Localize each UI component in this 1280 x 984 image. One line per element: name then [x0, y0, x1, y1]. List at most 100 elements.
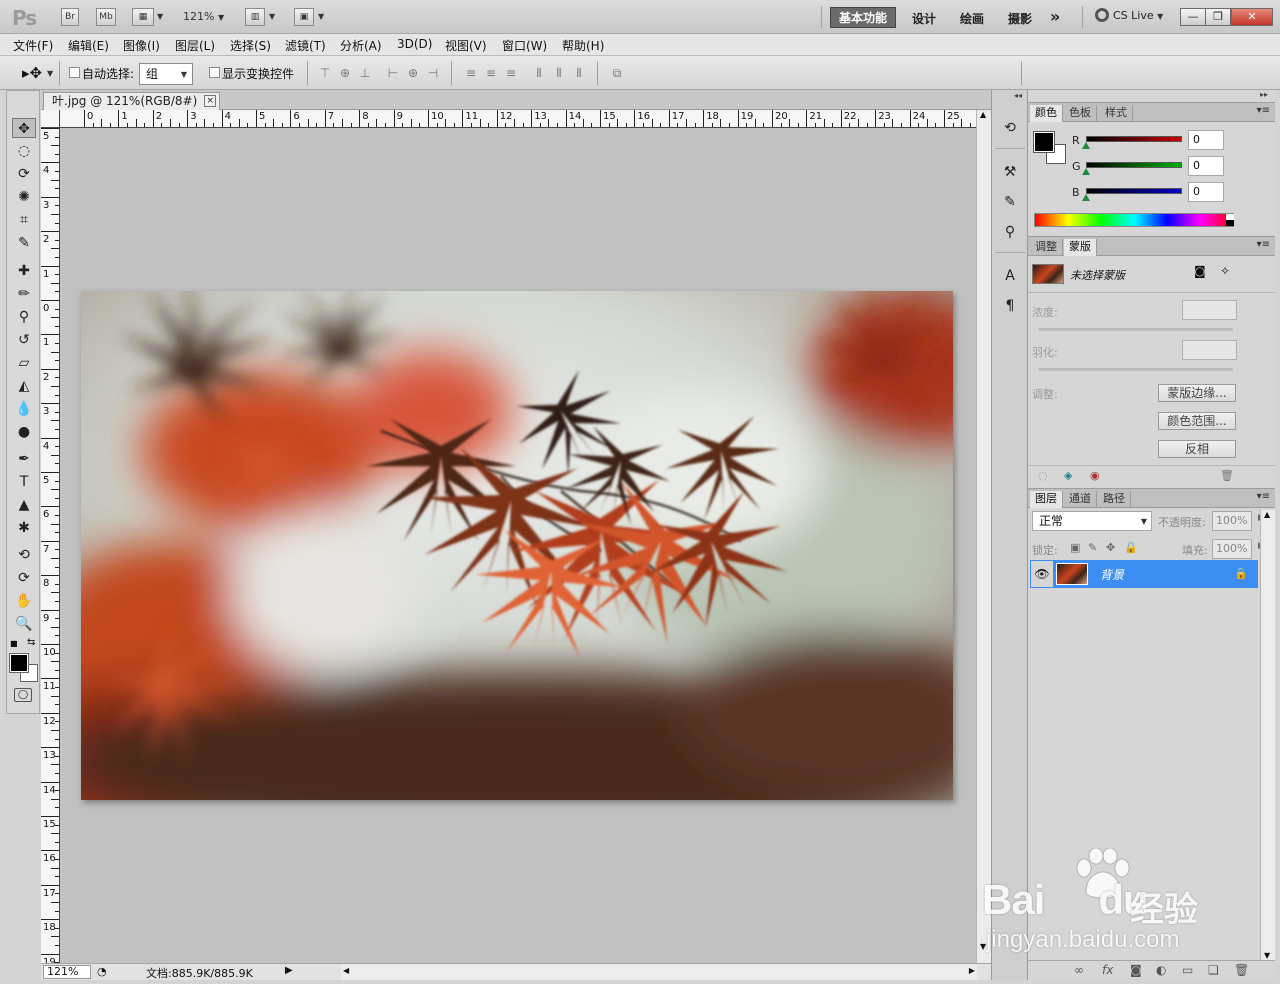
document-tab[interactable]: 叶.jpg @ 121%(RGB/8#) ×: [43, 92, 221, 110]
canvas-area[interactable]: [60, 128, 976, 963]
color-range-button[interactable]: 颜色范围...: [1158, 412, 1236, 430]
healing-brush-tool-icon[interactable]: ✚: [12, 261, 36, 281]
workspace-photography-button[interactable]: 摄影: [1008, 10, 1032, 27]
collapse-panels-icon[interactable]: ▸▸: [1260, 90, 1268, 99]
feather-field[interactable]: [1182, 340, 1237, 360]
apply-mask-icon[interactable]: ◈: [1064, 469, 1072, 482]
add-vector-mask-icon[interactable]: ✧: [1220, 264, 1230, 278]
align-horizontal-center-icon[interactable]: ⊕: [406, 66, 420, 80]
scroll-up-icon[interactable]: ▲: [980, 110, 986, 119]
vertical-ruler[interactable]: 5 4 3 2 1 0 1 2 3 4 5 6 7 8 9 10 11 12 13 14 15 16 17 18 19: [41, 128, 60, 963]
cs-live-button[interactable]: CS Live ▼: [1095, 8, 1163, 22]
scroll-right-icon[interactable]: ▶: [969, 966, 975, 975]
link-layers-icon[interactable]: ∞: [1074, 963, 1084, 977]
distribute-left-icon[interactable]: ⦀: [532, 66, 546, 80]
horizontal-ruler[interactable]: 0 1 2 3 4 5 6 7 8 9 10 11 12 13 14 15 16 17 18 19 20 21 22 23 24…: [60, 110, 976, 128]
pen-tool-icon[interactable]: ✒: [12, 449, 36, 469]
more-workspaces-button[interactable]: »: [1050, 7, 1060, 26]
workspace-painting-button[interactable]: 绘画: [960, 10, 984, 27]
blue-slider[interactable]: [1086, 188, 1182, 194]
distribute-bottom-icon[interactable]: ≡: [504, 66, 518, 80]
eraser-tool-icon[interactable]: ▱: [12, 353, 36, 373]
quick-mask-icon[interactable]: ◯: [14, 688, 32, 702]
quick-selection-tool-icon[interactable]: ✺: [12, 187, 36, 207]
history-brush-tool-icon[interactable]: ↺: [12, 330, 36, 350]
default-colors-icon[interactable]: ■: [10, 639, 18, 648]
3d-orbit-tool-icon[interactable]: ⟳: [12, 568, 36, 588]
move-tool-preset-icon[interactable]: ▸✥: [22, 64, 42, 82]
document-image[interactable]: [81, 291, 953, 800]
chevron-down-icon[interactable]: ▼: [47, 69, 53, 78]
history-panel-icon[interactable]: ⟲: [1000, 118, 1020, 138]
red-value-field[interactable]: 0: [1188, 130, 1224, 150]
view-extras-button[interactable]: ▦: [132, 8, 154, 26]
tab-styles[interactable]: 样式: [1100, 105, 1133, 122]
character-panel-icon[interactable]: A: [1000, 266, 1020, 286]
paragraph-panel-icon[interactable]: ¶: [1000, 296, 1020, 316]
disable-mask-icon[interactable]: ◉: [1090, 469, 1100, 482]
auto-select-checkbox[interactable]: [69, 67, 80, 78]
density-field[interactable]: [1182, 300, 1237, 320]
menu-3d[interactable]: 3D(D): [397, 37, 432, 51]
black-white-swatch[interactable]: [1226, 214, 1234, 226]
distribute-vertical-center-icon[interactable]: ≡: [484, 66, 498, 80]
menu-filter[interactable]: 滤镜(T): [285, 37, 326, 54]
menu-select[interactable]: 选择(S): [230, 37, 271, 54]
bridge-button[interactable]: Br: [61, 8, 79, 26]
workspace-design-button[interactable]: 设计: [912, 10, 936, 27]
distribute-horizontal-center-icon[interactable]: ⦀: [552, 66, 566, 80]
path-selection-tool-icon[interactable]: ▲: [12, 495, 36, 515]
green-value-field[interactable]: 0: [1188, 156, 1224, 176]
panel-menu-icon[interactable]: ▾≡: [1257, 239, 1270, 250]
vertical-scrollbar[interactable]: ▲ ▼: [976, 110, 991, 963]
red-slider[interactable]: [1086, 136, 1182, 142]
blue-slider-thumb[interactable]: [1082, 194, 1090, 201]
tab-channels[interactable]: 通道: [1064, 491, 1097, 508]
layer-visibility-eye-icon[interactable]: 👁: [1031, 561, 1053, 587]
red-slider-thumb[interactable]: [1082, 142, 1090, 149]
menu-analysis[interactable]: 分析(A): [340, 37, 382, 54]
delete-mask-icon[interactable]: 🗑: [1220, 469, 1234, 482]
delete-layer-icon[interactable]: 🗑: [1234, 963, 1249, 977]
distribute-right-icon[interactable]: ⦀: [572, 66, 586, 80]
shape-tool-icon[interactable]: ✱: [12, 518, 36, 538]
mini-bridge-button[interactable]: Mb: [96, 8, 116, 26]
align-left-icon[interactable]: ⊢: [386, 66, 400, 80]
clone-stamp-tool-icon[interactable]: ⚲: [12, 307, 36, 327]
mask-edge-button[interactable]: 蒙版边缘...: [1158, 384, 1236, 402]
menu-image[interactable]: 图像(I): [123, 37, 160, 54]
chevron-down-icon[interactable]: ▼: [157, 12, 163, 21]
menu-layer[interactable]: 图层(L): [175, 37, 215, 54]
new-group-icon[interactable]: ▭: [1182, 963, 1193, 977]
lock-position-icon[interactable]: ✥: [1106, 541, 1115, 554]
auto-align-layers-icon[interactable]: ⧉: [610, 66, 624, 80]
menu-help[interactable]: 帮助(H): [562, 37, 604, 54]
scroll-up-icon[interactable]: ▲: [1264, 510, 1270, 519]
menu-view[interactable]: 视图(V): [445, 37, 487, 54]
layer-style-icon[interactable]: fx: [1102, 963, 1113, 977]
expand-panels-icon[interactable]: ◂◂: [1014, 91, 1022, 100]
density-slider[interactable]: [1038, 328, 1233, 331]
menu-window[interactable]: 窗口(W): [502, 37, 547, 54]
paint-bucket-tool-icon[interactable]: ◭: [12, 376, 36, 396]
move-tool-icon[interactable]: ✥: [12, 118, 36, 138]
align-top-icon[interactable]: ⊤: [318, 66, 332, 80]
color-spectrum-bar[interactable]: [1034, 213, 1234, 227]
green-slider-thumb[interactable]: [1082, 168, 1090, 175]
lock-all-icon[interactable]: 🔒: [1124, 541, 1138, 554]
green-slider[interactable]: [1086, 162, 1182, 168]
lock-image-icon[interactable]: ✎: [1088, 541, 1097, 554]
feather-slider[interactable]: [1038, 368, 1233, 371]
panel-menu-icon[interactable]: ▾≡: [1257, 105, 1270, 116]
show-transform-checkbox[interactable]: [209, 67, 220, 78]
load-selection-icon[interactable]: ◌: [1038, 469, 1048, 482]
horizontal-scrollbar[interactable]: ◀ ▶: [341, 964, 977, 980]
tab-color[interactable]: 颜色: [1030, 105, 1063, 122]
brush-tool-icon[interactable]: ✏: [12, 284, 36, 304]
eyedropper-tool-icon[interactable]: ✎: [12, 233, 36, 253]
lasso-tool-icon[interactable]: ⟳: [12, 164, 36, 184]
menu-file[interactable]: 文件(F): [13, 37, 53, 54]
tab-swatches[interactable]: 色板: [1064, 105, 1097, 122]
clone-source-icon[interactable]: ⚲: [1000, 222, 1020, 242]
ruler-origin[interactable]: [41, 110, 60, 128]
